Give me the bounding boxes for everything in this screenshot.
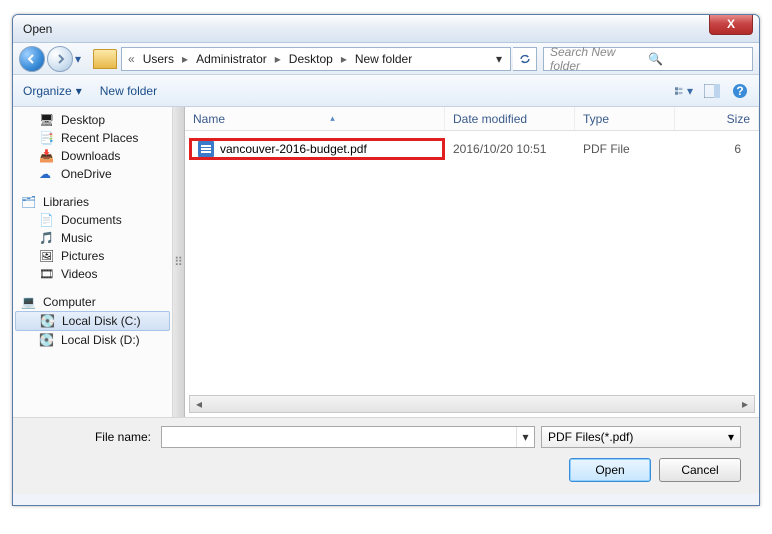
nav-sidebar[interactable]: 🖥Desktop 📑Recent Places 📥Downloads ☁OneD… <box>13 107 173 417</box>
downloads-icon: 📥 <box>39 149 55 163</box>
file-date: 2016/10/20 10:51 <box>445 142 575 156</box>
chevron-down-icon: ▾ <box>76 84 82 98</box>
sidebar-item-onedrive[interactable]: ☁OneDrive <box>13 165 172 183</box>
chevron-right-icon: ▸ <box>341 52 347 66</box>
forward-button[interactable] <box>47 46 73 72</box>
libraries-icon: 🗂 <box>21 195 37 209</box>
col-type[interactable]: Type <box>575 107 675 130</box>
file-name-cell[interactable]: vancouver-2016-budget.pdf <box>189 138 445 160</box>
file-row[interactable]: vancouver-2016-budget.pdf 2016/10/20 10:… <box>189 137 755 161</box>
splitter[interactable]: ⠿ <box>173 107 185 417</box>
back-button[interactable] <box>19 46 45 72</box>
sidebar-computer[interactable]: 💻Computer <box>13 293 172 311</box>
open-dialog: Open X ▾ « Users ▸ Administrator ▸ Deskt… <box>12 14 760 506</box>
disk-icon: 💽 <box>39 333 55 347</box>
refresh-icon <box>518 52 532 66</box>
sidebar-item-downloads[interactable]: 📥Downloads <box>13 147 172 165</box>
refresh-button[interactable] <box>513 47 537 71</box>
chevron-left-double-icon: « <box>128 52 135 66</box>
scroll-right-icon[interactable]: ▸ <box>736 396 754 412</box>
organize-menu[interactable]: Organize ▾ <box>23 84 82 98</box>
breadcrumb-dropdown[interactable]: ▾ <box>492 52 506 66</box>
h-scrollbar[interactable]: ◂ ▸ <box>189 395 755 413</box>
body-area: 🖥Desktop 📑Recent Places 📥Downloads ☁OneD… <box>13 107 759 417</box>
sidebar-item-documents[interactable]: 📄Documents <box>13 211 172 229</box>
scroll-left-icon[interactable]: ◂ <box>190 396 208 412</box>
breadcrumb-segment[interactable]: Users <box>139 52 178 66</box>
col-name[interactable]: Name▴ <box>185 107 445 130</box>
chevron-right-icon: ▸ <box>182 52 188 66</box>
view-icon <box>675 85 685 97</box>
chevron-right-icon: ▸ <box>275 52 281 66</box>
onedrive-icon: ☁ <box>39 167 55 181</box>
breadcrumb-segment[interactable]: Administrator <box>192 52 271 66</box>
disk-icon: 💽 <box>40 314 56 328</box>
sidebar-item-local-d[interactable]: 💽Local Disk (D:) <box>13 331 172 349</box>
folder-icon <box>93 49 117 69</box>
file-type: PDF File <box>575 142 675 156</box>
recent-icon: 📑 <box>39 131 55 145</box>
help-button[interactable]: ? <box>731 82 749 100</box>
col-size[interactable]: Size <box>675 107 759 130</box>
window-title: Open <box>23 22 52 36</box>
svg-text:?: ? <box>736 84 743 98</box>
view-options-button[interactable]: ▾ <box>675 82 693 100</box>
filetype-filter[interactable]: PDF Files(*.pdf) ▾ <box>541 426 741 448</box>
videos-icon: 🎞 <box>39 267 55 281</box>
new-folder-button[interactable]: New folder <box>100 84 157 98</box>
toolbar: Organize ▾ New folder ▾ ? <box>13 75 759 107</box>
computer-icon: 💻 <box>21 295 37 309</box>
list-header: Name▴ Date modified Type Size <box>185 107 759 131</box>
file-list[interactable]: Name▴ Date modified Type Size vancouver-… <box>185 107 759 417</box>
chevron-down-icon: ▾ <box>728 430 734 444</box>
sidebar-libraries[interactable]: 🗂Libraries <box>13 193 172 211</box>
sort-asc-icon: ▴ <box>330 113 335 124</box>
arrow-left-icon <box>26 53 38 65</box>
pane-icon <box>704 84 720 98</box>
col-date[interactable]: Date modified <box>445 107 575 130</box>
pdf-file-icon <box>198 141 214 157</box>
nav-bar: ▾ « Users ▸ Administrator ▸ Desktop ▸ Ne… <box>13 43 759 75</box>
cancel-button[interactable]: Cancel <box>659 458 741 482</box>
chevron-down-icon: ▾ <box>687 84 693 98</box>
search-icon: 🔍 <box>648 52 746 66</box>
breadcrumb-segment[interactable]: Desktop <box>285 52 337 66</box>
arrow-right-icon <box>54 53 66 65</box>
documents-icon: 📄 <box>39 213 55 227</box>
filename-input[interactable] <box>162 427 516 447</box>
scroll-track[interactable] <box>208 396 736 412</box>
titlebar[interactable]: Open X <box>13 15 759 43</box>
help-icon: ? <box>732 83 748 99</box>
breadcrumb-segment[interactable]: New folder <box>351 52 416 66</box>
new-folder-label: New folder <box>100 84 157 98</box>
sidebar-item-music[interactable]: 🎵Music <box>13 229 172 247</box>
music-icon: 🎵 <box>39 231 55 245</box>
filter-label: PDF Files(*.pdf) <box>548 430 728 444</box>
desktop-icon: 🖥 <box>39 113 55 127</box>
pictures-icon: 🖼 <box>39 249 55 263</box>
organize-label: Organize <box>23 84 72 98</box>
breadcrumb[interactable]: « Users ▸ Administrator ▸ Desktop ▸ New … <box>121 47 511 71</box>
sidebar-item-local-c[interactable]: 💽Local Disk (C:) <box>15 311 170 331</box>
sidebar-item-desktop[interactable]: 🖥Desktop <box>13 111 172 129</box>
filename-combobox[interactable]: ▾ <box>161 426 535 448</box>
sidebar-item-videos[interactable]: 🎞Videos <box>13 265 172 283</box>
sidebar-item-pictures[interactable]: 🖼Pictures <box>13 247 172 265</box>
filename-label: File name: <box>31 430 151 444</box>
bottom-panel: File name: ▾ PDF Files(*.pdf) ▾ Open Can… <box>13 417 759 494</box>
open-button[interactable]: Open <box>569 458 651 482</box>
file-name: vancouver-2016-budget.pdf <box>220 142 367 156</box>
filename-dropdown[interactable]: ▾ <box>516 427 534 447</box>
search-input[interactable]: Search New folder 🔍 <box>543 47 753 71</box>
search-placeholder: Search New folder <box>550 45 648 73</box>
history-dropdown[interactable]: ▾ <box>75 52 89 66</box>
file-size: 6 <box>675 142 755 156</box>
preview-pane-button[interactable] <box>703 82 721 100</box>
close-button[interactable]: X <box>709 15 753 35</box>
sidebar-item-recent[interactable]: 📑Recent Places <box>13 129 172 147</box>
